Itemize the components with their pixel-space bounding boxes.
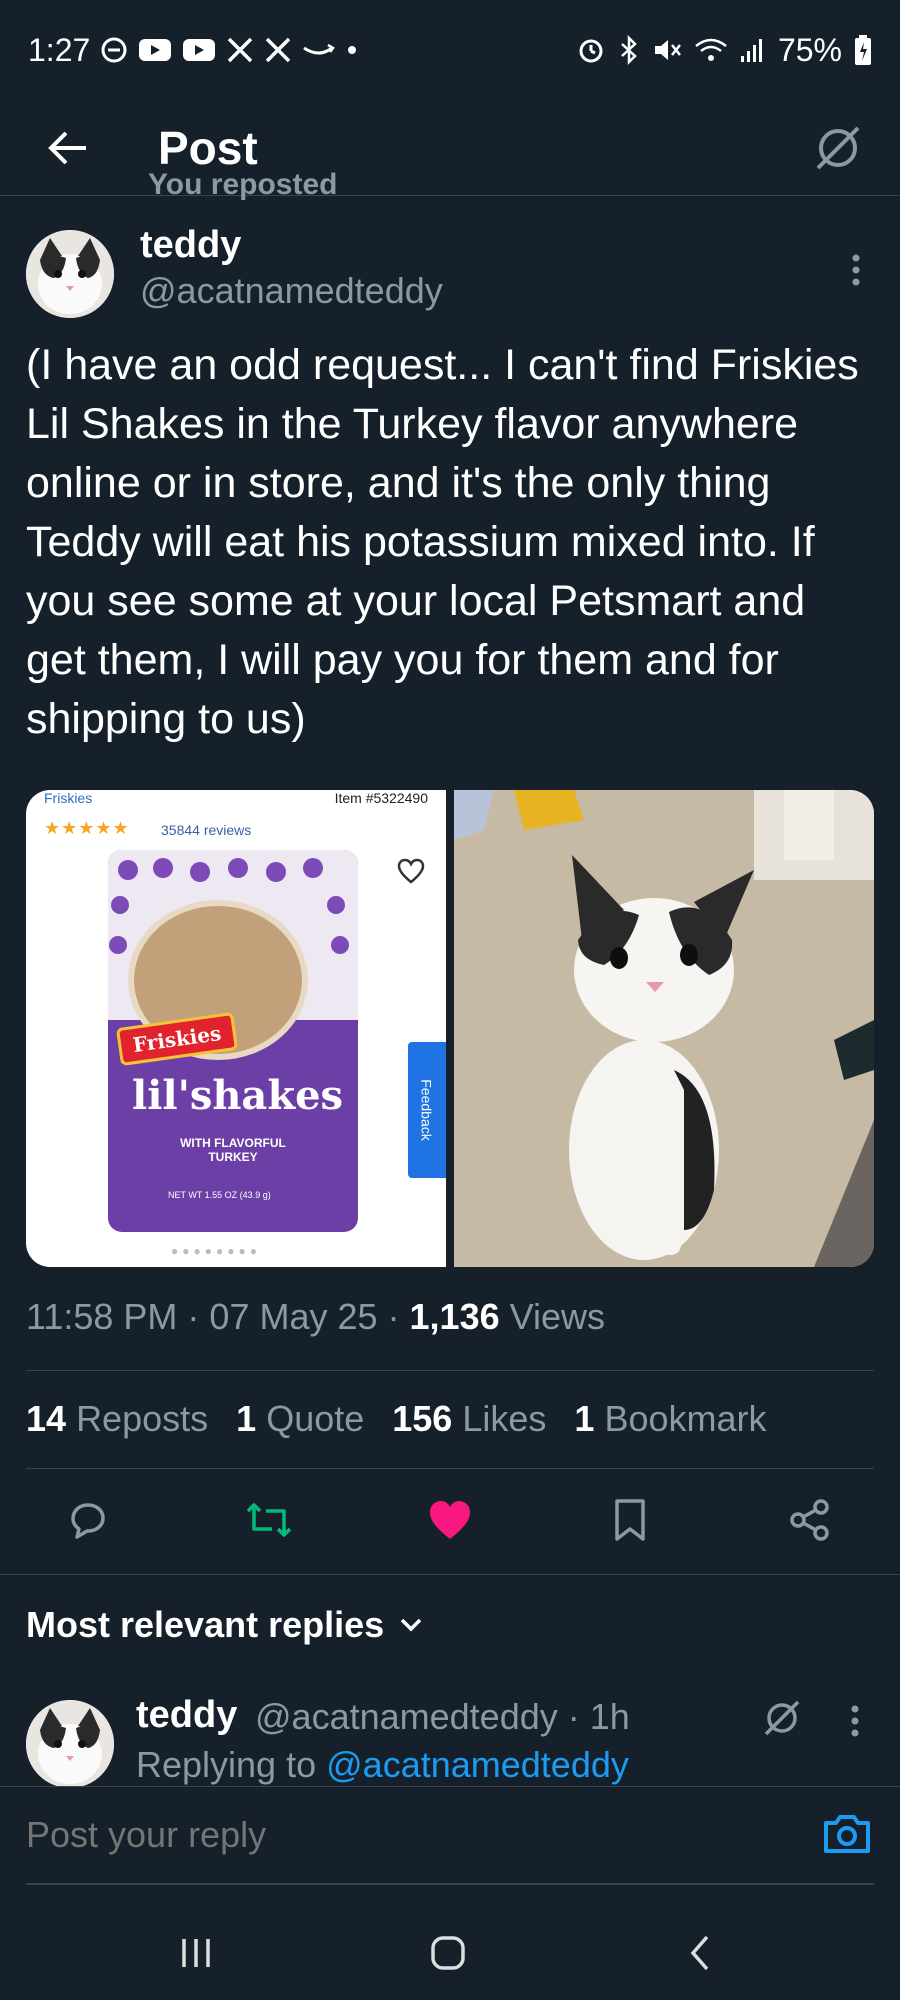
post-text: (I have an odd request... I can't find F…: [26, 341, 859, 743]
youtube-icon: [138, 37, 172, 63]
repost-button[interactable]: [239, 1490, 299, 1550]
replies-sort-label: Most relevant replies: [26, 1604, 385, 1645]
product-pouch: Friskies lil'shakes WITH FLAVORFUL TURKE…: [108, 850, 358, 1232]
product-brand: Friskies: [44, 790, 93, 806]
views-label: Views: [509, 1296, 606, 1337]
chevron-down-icon: [400, 1618, 422, 1632]
post-timestamp: 11:58 PM · 07 May 25 · 1,136 Views: [26, 1296, 606, 1337]
reply-input[interactable]: [26, 1805, 786, 1865]
grok-icon: [816, 126, 860, 170]
post-date: 07 May 25: [209, 1296, 378, 1337]
author-name[interactable]: teddy: [140, 224, 241, 267]
grok-icon: [764, 1700, 800, 1736]
cat-photo-image[interactable]: [454, 790, 874, 1267]
home-button[interactable]: [418, 1928, 478, 1978]
replying-to-handle[interactable]: @acatnamedteddy: [326, 1744, 629, 1785]
divider: [26, 1370, 874, 1371]
share-button[interactable]: [780, 1490, 840, 1550]
bookmark-button[interactable]: [600, 1490, 660, 1550]
more-vertical-icon: [852, 254, 860, 286]
cat-avatar-image: [26, 230, 114, 318]
reply-composer: [0, 1786, 900, 1886]
composer-underline: [26, 1883, 874, 1885]
views-count: 1,136: [409, 1296, 500, 1337]
post-actions: [0, 1476, 900, 1566]
post-time: 11:58 PM: [26, 1296, 178, 1337]
bookmarks-stat[interactable]: 1 Bookmark: [574, 1398, 766, 1440]
signal-icon: [740, 36, 766, 64]
more-notifications-icon: [346, 44, 358, 56]
reply-meta: @acatnamedteddy · 1h: [255, 1696, 630, 1737]
like-button[interactable]: [420, 1490, 480, 1550]
system-back-button[interactable]: [670, 1928, 730, 1978]
reposts-stat[interactable]: 14 Reposts: [26, 1398, 208, 1440]
post-header: Post: [0, 100, 900, 196]
recent-apps-button[interactable]: [166, 1928, 226, 1978]
wifi-icon: [694, 36, 728, 64]
grok-button[interactable]: [802, 112, 874, 184]
status-bar: 1:27 75%: [0, 0, 900, 100]
bluetooth-icon: [618, 35, 640, 65]
system-nav-bar: [0, 1900, 900, 2000]
arrow-left-icon: [48, 131, 86, 165]
home-icon: [431, 1936, 465, 1970]
youtube-icon: [182, 37, 216, 63]
reply-button[interactable]: [58, 1490, 118, 1550]
reply-grok-button[interactable]: [760, 1694, 810, 1744]
cat-avatar-image: [26, 1700, 114, 1788]
quotes-stat[interactable]: 1 Quote: [236, 1398, 364, 1440]
camera-icon: [824, 1815, 870, 1853]
rating-stars: ★★★★★: [44, 818, 130, 838]
product-flavor: WITH FLAVORFUL TURKEY: [180, 1136, 286, 1164]
battery-icon: [854, 34, 872, 66]
camera-button[interactable]: [820, 1807, 874, 1861]
avatar[interactable]: [26, 230, 114, 318]
reply-icon: [71, 1503, 105, 1539]
product-name: lil'shakes: [132, 1072, 344, 1119]
post-media: Friskies Item #5322490 ★★★★★ 35844 revie…: [26, 790, 874, 1267]
product-net-weight: NET WT 1.55 OZ (43.9 g): [168, 1190, 271, 1200]
status-time: 1:27: [28, 31, 91, 68]
amazon-icon: [302, 40, 336, 60]
reply-author-name[interactable]: teddy: [136, 1694, 237, 1737]
back-button[interactable]: [38, 118, 98, 178]
recent-apps-icon: [182, 1939, 210, 1967]
engagement-stats: 14 Reposts 1 Quote 156 Likes 1 Bookmark: [26, 1398, 767, 1440]
heart-filled-icon: [430, 1501, 470, 1539]
more-vertical-icon: [851, 1705, 859, 1737]
dnd-icon: [100, 36, 128, 64]
chevron-left-icon: [690, 1935, 709, 1971]
replies-sort-dropdown[interactable]: Most relevant replies: [26, 1604, 424, 1646]
more-options-button[interactable]: [836, 240, 876, 300]
reply-avatar[interactable]: [26, 1700, 114, 1788]
x-logo-icon: [226, 36, 254, 64]
mute-icon: [652, 35, 682, 65]
heart-outline-icon: [397, 858, 425, 884]
replying-to: Replying to @acatnamedteddy: [136, 1744, 629, 1785]
divider: [26, 1468, 874, 1469]
divider: [0, 1574, 900, 1575]
cat-photo: [454, 790, 874, 1267]
x-logo-icon: [264, 36, 292, 64]
product-item-number: Item #5322490: [334, 790, 428, 806]
reply-more-button[interactable]: [840, 1696, 870, 1746]
review-count: 35844 reviews: [161, 822, 252, 838]
share-icon: [790, 1499, 829, 1541]
author-handle[interactable]: @acatnamedteddy: [140, 270, 443, 312]
carousel-dots: ●●●●●●●●: [171, 1244, 261, 1258]
bookmark-icon: [615, 1499, 645, 1541]
repost-icon: [246, 1503, 292, 1537]
feedback-tab: Feedback: [408, 1042, 446, 1178]
product-screenshot-image[interactable]: Friskies Item #5322490 ★★★★★ 35844 revie…: [26, 790, 446, 1267]
alarm-icon: [576, 35, 606, 65]
battery-percent: 75%: [777, 31, 842, 68]
repost-context: You reposted: [148, 168, 338, 201]
likes-stat[interactable]: 156 Likes: [392, 1398, 546, 1440]
